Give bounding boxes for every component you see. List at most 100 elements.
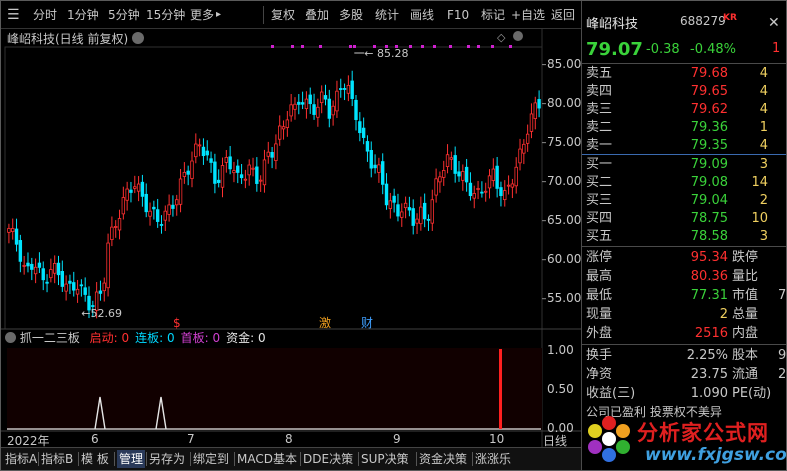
candle-body: [236, 165, 240, 173]
close-icon[interactable]: ✕: [768, 15, 784, 31]
indicator-bar: [499, 349, 502, 429]
candle-body: [64, 283, 68, 292]
order-book-row[interactable]: 买二 79.08 14: [582, 173, 786, 192]
bottom-tab[interactable]: 涨涨乐: [475, 450, 511, 468]
order-book-row[interactable]: 卖一 79.35 4: [582, 136, 786, 155]
date-tick-label: 10: [489, 432, 505, 446]
diamond-icon[interactable]: ◇: [497, 31, 505, 44]
tab-divider: [38, 452, 39, 466]
order-book-row[interactable]: 卖三 79.62 4: [582, 100, 786, 119]
event-marker[interactable]: $: [173, 316, 181, 330]
candle-body: [258, 179, 263, 182]
stat-label: 涨停: [586, 250, 613, 265]
candle-body: [182, 172, 187, 177]
signal-dot: [467, 45, 470, 48]
chart-header: 峰岹科技(日线 前复权): [7, 31, 145, 47]
signal-dot: [421, 45, 424, 48]
bottom-tab[interactable]: 指标B: [41, 450, 73, 468]
indicator-header: 抓一二三板 启动: 0 连板: 0 首板: 0 资金: 0: [5, 331, 266, 346]
candle-body: [281, 126, 286, 130]
bottom-tab[interactable]: 模 板: [81, 450, 109, 468]
quote-stat-row: 换手 2.25% 股本 9: [582, 346, 786, 365]
candle-body: [232, 170, 236, 174]
candle-body: [533, 102, 537, 119]
order-level-label: 卖五: [586, 66, 613, 81]
price-change: -0.38: [646, 42, 680, 57]
signal-dot: [373, 45, 376, 48]
candle-body: [224, 157, 229, 163]
candle-body: [415, 218, 419, 224]
order-volume: 10: [751, 211, 768, 226]
chevron-up-icon[interactable]: [512, 31, 523, 41]
order-book-row[interactable]: 卖二 79.36 1: [582, 118, 786, 137]
event-marker[interactable]: 财: [361, 316, 373, 330]
candle-body: [167, 204, 171, 215]
candle-body: [342, 88, 347, 90]
order-book-row[interactable]: 卖五 79.68 4: [582, 64, 786, 83]
settings-icon[interactable]: [132, 32, 145, 44]
watermark-title: 分析家公式网: [637, 421, 769, 445]
bottom-tab[interactable]: 另存为: [149, 450, 185, 468]
clipped-value: 1: [772, 41, 781, 56]
stat-label: 净资: [586, 367, 613, 382]
price-change-pct: -0.48%: [690, 42, 736, 57]
price-tick-label: 55.00: [547, 290, 582, 305]
candle-body: [407, 207, 412, 211]
candle-body: [110, 226, 114, 240]
candle-body: [461, 171, 465, 181]
candle-body: [464, 166, 469, 183]
candle-body: [11, 228, 15, 232]
chart-header-icons: ◇: [497, 31, 523, 44]
tab-divider: [472, 452, 473, 466]
candle-body: [300, 102, 305, 105]
quote-panel: 峰岹科技 688279 KR ✕ 79.07 -0.38 -0.48% 1 卖五…: [581, 1, 787, 470]
candle-body: [392, 195, 396, 203]
candle-body: [255, 166, 259, 184]
order-volume: 14: [751, 175, 768, 190]
bottom-tab[interactable]: 资金决策: [419, 450, 467, 468]
candle-body: [304, 98, 309, 110]
order-level-label: 买四: [586, 211, 613, 226]
quote-stat-row: 外盘 2516 内盘: [582, 324, 786, 343]
bottom-tab[interactable]: 指标A: [5, 450, 37, 468]
indicator-field: 启动: 0: [89, 331, 130, 345]
order-price: 79.65: [690, 84, 728, 99]
bottom-tab[interactable]: MACD基本: [237, 450, 297, 468]
order-book-row[interactable]: 买三 79.04 2: [582, 191, 786, 210]
indicator-name: 抓一二三板: [19, 331, 80, 345]
order-book-row[interactable]: 卖四 79.65 4: [582, 82, 786, 101]
tab-divider: [358, 452, 359, 466]
tab-divider: [146, 452, 147, 466]
stat-label: 换手: [586, 348, 613, 363]
indicator-field: 连板: 0: [135, 331, 175, 345]
candle-body: [220, 165, 225, 188]
signal-dot: [301, 45, 304, 48]
tab-divider: [234, 452, 235, 466]
candle-body: [83, 287, 87, 295]
order-book-row[interactable]: 买五 78.58 3: [582, 227, 786, 246]
order-book-row[interactable]: 买四 78.75 10: [582, 209, 786, 228]
bottom-tab[interactable]: 绑定到: [193, 450, 229, 468]
kline-chart[interactable]: ← 85.28 ←52.69 $ 激 财: [1, 1, 581, 447]
bottom-tab[interactable]: 管理: [117, 450, 146, 468]
order-price: 79.35: [690, 138, 728, 153]
candle-body: [354, 99, 358, 120]
candle-body: [270, 152, 274, 158]
candle-body: [22, 264, 26, 267]
bottom-tab[interactable]: SUP决策: [361, 450, 409, 468]
candle-body: [369, 150, 373, 169]
candle-body: [487, 175, 492, 189]
indicator-settings-icon[interactable]: [5, 332, 16, 343]
candle-body: [251, 167, 255, 170]
watermark: 分析家公式网 www.fxjgsw.com: [581, 405, 786, 469]
candle-body: [163, 210, 167, 221]
stat-value: 2516: [694, 326, 728, 341]
candle-body: [468, 182, 473, 197]
order-book-row[interactable]: 买一 79.09 3: [582, 155, 786, 174]
event-marker[interactable]: 激: [319, 316, 331, 330]
bottom-tab[interactable]: DDE决策: [303, 450, 353, 468]
quote-stat-row: 净资 23.75 流通 2: [582, 365, 786, 384]
stat-value: 7: [778, 288, 787, 303]
quote-stat-row: 涨停 95.34 跌停: [582, 248, 786, 267]
date-tick-label: 9: [393, 432, 401, 446]
